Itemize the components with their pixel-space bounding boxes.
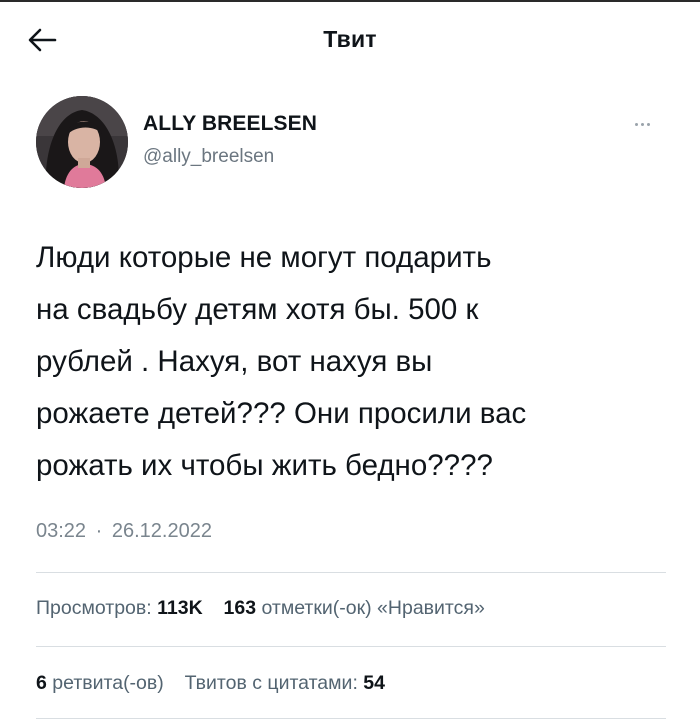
tweet-header: Твит [0,0,700,80]
tweet-text-line: рублей . Нахуя, вот нахуя вы [36,345,433,378]
likes-label: отметки(-ок) «Нравится» [261,597,485,619]
divider [36,718,666,719]
tweet-text-line: рожать их чтобы жить бедно???? [36,449,493,482]
views-count: 113K [157,597,203,619]
quotes-count: 54 [363,672,385,694]
retweets-stat[interactable]: 6 ретвита(-ов) [36,672,169,694]
page-title: Твит [323,26,377,52]
retweets-quotes-stats: 6 ретвита(-ов) Твитов с цитатами: 54 [36,672,385,695]
tweet-text-line: Люди которые не могут подарить [36,241,492,274]
tweet-text: Люди которые не могут подарить на свадьб… [36,232,676,492]
quotes-label: Твитов с цитатами: [184,672,358,694]
profile-photo [36,96,128,188]
tweet-time: 03:22 [36,520,87,542]
retweets-count: 6 [36,672,47,694]
quotes-stat[interactable]: Твитов с цитатами: 54 [185,672,385,694]
views-likes-stats: Просмотров: 113K 163 отметки(-ок) «Нрави… [36,597,485,620]
more-dots-icon [634,122,650,126]
tweet-text-line: на свадьбу детям хотя бы. 500 к [36,293,479,326]
author-handle[interactable]: @ally_breelsen [143,146,274,168]
divider [36,572,666,573]
likes-stat[interactable]: 163 отметки(-ок) «Нравится» [224,597,485,619]
views-label: Просмотров: [36,597,152,619]
meta-separator: · [95,520,103,542]
tweet-text-line: рожаете детей??? Они просили вас [36,397,527,430]
more-options-button[interactable] [624,112,660,136]
divider [36,646,666,647]
tweet-timestamp[interactable]: 03:22 · 26.12.2022 [36,520,212,543]
avatar[interactable] [36,96,128,188]
author-name[interactable]: ALLY BREELSEN [143,112,317,136]
tweet-date: 26.12.2022 [111,520,212,542]
likes-count: 163 [223,597,257,619]
retweets-label: ретвита(-ов) [52,672,164,694]
